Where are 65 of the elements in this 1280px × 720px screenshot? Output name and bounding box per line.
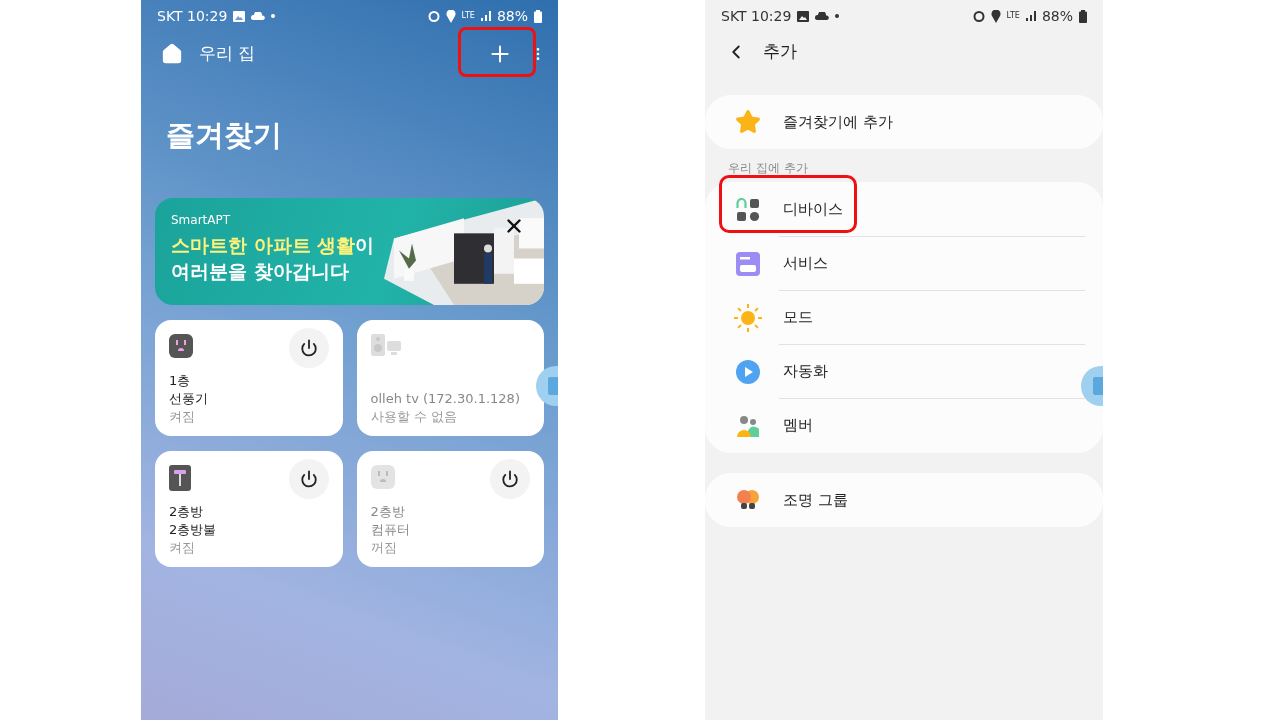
device-room: 1층 xyxy=(169,371,191,390)
status-time: SKT 10:29 xyxy=(157,6,228,26)
device-status: 켜짐 xyxy=(169,538,195,557)
device-name: 2층방불 xyxy=(169,520,217,539)
play-icon xyxy=(736,359,760,384)
plug-icon xyxy=(370,464,395,489)
banner-brand: SmartAPT xyxy=(171,211,231,229)
device-card[interactable]: 2층방 2층방불 켜짐 xyxy=(155,450,343,567)
menu-item[interactable]: 디바이스 xyxy=(705,183,1079,236)
location-icon xyxy=(990,9,1001,23)
status-time: SKT 10:29 xyxy=(721,6,792,26)
service-icon xyxy=(736,251,760,276)
sun-icon xyxy=(734,303,762,332)
people-icon xyxy=(736,414,760,437)
section-title: 즐겨찾기 xyxy=(166,117,283,154)
device-status: 켜짐 xyxy=(169,407,195,426)
star-icon xyxy=(735,109,761,135)
menu-item[interactable]: 서비스 xyxy=(705,237,1079,290)
banner-headline: 여러분을 찾아갑니다 xyxy=(171,258,349,284)
lamp-icon xyxy=(169,464,191,491)
power-button[interactable] xyxy=(490,458,530,499)
device-card[interactable]: olleh tv (172.30.1.128) 사용할 수 없음 xyxy=(356,319,544,436)
cloud-icon xyxy=(815,12,830,20)
cloud-icon xyxy=(251,12,266,20)
battery-percent: 88% xyxy=(1041,6,1073,26)
devices-icon xyxy=(736,197,760,222)
network-label: LTE xyxy=(461,12,475,20)
menu-item[interactable]: 모드 xyxy=(705,291,1079,344)
device-card[interactable]: 2층방 컴퓨터 꺼짐 xyxy=(356,450,544,567)
section-label: 우리 집에 추가 xyxy=(728,160,809,177)
location-icon xyxy=(445,9,456,23)
device-name: 선풍기 xyxy=(169,389,208,408)
favorite-row[interactable]: 즐겨찾기에 추가 xyxy=(705,95,1103,149)
signal-icon xyxy=(1025,11,1036,21)
battery-icon xyxy=(1079,9,1087,23)
power-icon xyxy=(501,469,519,488)
plug-icon xyxy=(169,333,193,358)
menu-item[interactable]: 멤버 xyxy=(705,399,1079,452)
battery-icon xyxy=(534,9,542,23)
dot-icon xyxy=(835,14,840,18)
banner-headline: 스마트한 아파트 생활이 xyxy=(171,232,375,258)
network-label: LTE xyxy=(1006,12,1020,20)
screen-title: 추가 xyxy=(763,40,797,64)
home-title[interactable]: 우리 집 xyxy=(199,41,256,67)
image-icon xyxy=(233,10,246,22)
device-card[interactable]: 1층 선풍기 켜짐 xyxy=(155,319,343,436)
device-room: 2층방 xyxy=(370,502,405,521)
menu-item[interactable]: 자동화 xyxy=(705,345,1079,398)
device-status: 꺼짐 xyxy=(370,538,397,557)
battery-percent: 88% xyxy=(496,6,528,26)
dot-icon xyxy=(271,14,276,18)
speaker-monitor-icon xyxy=(370,333,403,358)
lighting-group-row[interactable]: 조명 그룹 xyxy=(705,473,1103,527)
bulbs-icon xyxy=(735,489,761,511)
alarm-icon xyxy=(972,10,985,22)
device-name: 컴퓨터 xyxy=(370,520,410,539)
image-icon xyxy=(797,10,810,22)
power-icon xyxy=(299,338,318,357)
device-room: 2층방 xyxy=(169,502,204,521)
home-icon[interactable] xyxy=(161,43,183,65)
signal-icon xyxy=(480,11,491,21)
alarm-icon xyxy=(427,10,440,22)
device-status: 사용할 수 없음 xyxy=(370,407,457,426)
power-icon xyxy=(299,469,318,488)
device-name: olleh tv (172.30.1.128) xyxy=(370,389,520,408)
